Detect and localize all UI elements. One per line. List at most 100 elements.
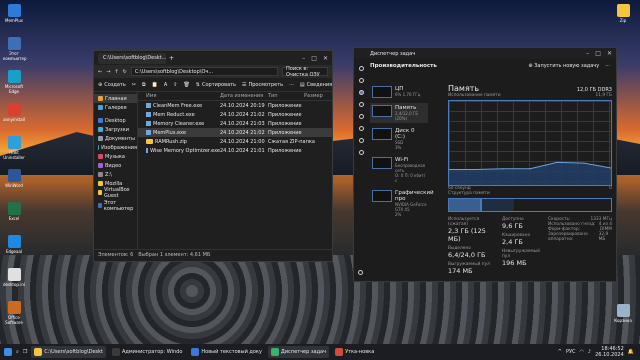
file-row[interactable]: CleanMem Free.exe 24.10.2024 20:19 Приложе… <box>138 101 332 110</box>
file-row[interactable]: MemPlus.exe 24.10.2024 21:02 Приложение <box>138 128 332 137</box>
resource-item[interactable]: Графический про NVIDIA GeForce GTX 45 2% <box>370 188 434 219</box>
file-date: 24.10.2024 21:01 <box>220 147 265 154</box>
taskbar-app-button[interactable]: Новый текстовый доку <box>188 346 265 358</box>
close-button[interactable]: ✕ <box>323 55 328 62</box>
view-button[interactable]: ☰ Просмотреть <box>242 82 283 88</box>
menu-icon[interactable] <box>358 66 364 71</box>
desktop-icon[interactable]: MemPlus <box>3 4 25 23</box>
desktop-icon[interactable]: Excel <box>3 202 25 221</box>
nav-item[interactable]: Главная <box>94 94 137 103</box>
rename-icon[interactable]: A <box>164 82 167 88</box>
share-icon[interactable]: ⇪ <box>173 82 177 88</box>
nav-item[interactable]: VirtualBox Guest <box>94 187 137 199</box>
desktop-icon[interactable]: Корзина <box>612 304 634 323</box>
minimize-button[interactable]: – <box>302 55 305 62</box>
nav-folder-icon <box>98 181 103 186</box>
task-view-icon[interactable]: ❐ <box>23 349 27 355</box>
cut-icon[interactable]: ✂ <box>132 82 136 88</box>
history-icon[interactable] <box>358 102 364 107</box>
startup-icon[interactable] <box>358 114 364 119</box>
taskbar-app-button[interactable]: C:\Users\softblog\Deskt <box>31 346 107 358</box>
taskbar-app-button[interactable]: Диспетчер задач <box>267 346 330 358</box>
nav-item[interactable]: Музыка <box>94 152 137 161</box>
maximize-button[interactable]: □ <box>595 50 601 57</box>
system-tray: ^ РУС ◠ ♪ 18:46:52 26.10.2024 🔔 <box>558 346 640 358</box>
volume-icon[interactable]: ♪ <box>588 349 591 355</box>
desktop-icon[interactable]: WinWord <box>3 169 25 188</box>
create-button[interactable]: ⊕ Создать <box>98 82 126 88</box>
desktop-icon[interactable]: Office Software <box>3 301 25 325</box>
column-type[interactable]: Тип <box>268 93 304 99</box>
search-icon[interactable]: ⌕ <box>16 349 19 355</box>
file-row[interactable]: Memory Cleaner.exe 24.10.2024 21:03 Прилож… <box>138 119 332 128</box>
run-new-task-button[interactable]: ⊕ Запустить новую задачу <box>528 63 599 69</box>
nav-item[interactable]: Изображения <box>94 143 137 152</box>
clock[interactable]: 18:46:52 26.10.2024 <box>595 346 624 358</box>
file-name: MemPlus.exe <box>153 129 186 136</box>
refresh-icon[interactable]: ↻ <box>123 69 127 75</box>
resource-item[interactable]: Wi-Fi Беспроводная сеть О: 0 П: 0 кбит/с <box>370 155 428 185</box>
desktop-icon[interactable]: Zip <box>612 4 634 23</box>
copy-icon[interactable]: ⧉ <box>142 82 146 88</box>
desktop-icon[interactable]: HiBit Uninstaller <box>3 136 25 160</box>
taskbar-app-button[interactable]: Утка-новка <box>332 346 377 358</box>
plus-icon: ⊕ <box>98 81 103 88</box>
start-windows-icon[interactable] <box>4 348 12 356</box>
column-date[interactable]: Дата изменения <box>220 93 268 99</box>
up-arrow-icon[interactable]: ↑ <box>114 69 118 75</box>
chevron-up-icon[interactable]: ^ <box>558 349 562 355</box>
explorer-tab[interactable]: C:\Users\softblog\Deskt... <box>98 52 166 64</box>
resource-item[interactable]: Память 2,4/12,0 ГБ (20%) <box>370 103 428 123</box>
sort-label: Сортировать <box>202 81 236 88</box>
desktop-icon[interactable]: Edgeaal <box>3 235 25 254</box>
details-button[interactable]: ▤ Сведения <box>300 82 332 88</box>
address-bar[interactable]: C:\Users\softblog\Desktop\Оч... <box>130 67 278 76</box>
search-input[interactable]: Поиск в: Очистка ОЗУ <box>282 66 328 78</box>
nav-item[interactable]: Z:\ <box>94 170 137 179</box>
desktop-icon[interactable]: desktop.ini <box>3 268 25 287</box>
minimize-button[interactable]: – <box>586 50 589 57</box>
taskbar-app-button[interactable]: Администратор: Windo <box>109 346 185 358</box>
services-icon[interactable] <box>358 150 364 155</box>
more-icon[interactable]: ··· <box>289 82 294 88</box>
desktop-icon[interactable]: Этот компьютер <box>3 37 27 61</box>
nav-folder-icon <box>98 127 103 132</box>
nav-item[interactable]: Загрузки <box>94 125 137 134</box>
nav-item[interactable]: Этот компьютер <box>94 200 137 212</box>
nav-item[interactable]: Desktop <box>94 116 137 125</box>
taskbar-app-label: Новый текстовый доку <box>201 349 262 355</box>
delete-icon[interactable]: 🗑 <box>183 82 189 88</box>
file-row[interactable]: Wise Memory Optimizer.exe 24.10.2024 21:0… <box>138 146 332 155</box>
desktop-icon[interactable]: annyinstall <box>3 103 25 122</box>
sort-button[interactable]: ⇅ Сортировать <box>196 82 236 88</box>
close-button[interactable]: ✕ <box>607 50 612 57</box>
resource-item[interactable]: Диск 0 (C:) SSD 3% <box>370 126 428 152</box>
performance-icon[interactable] <box>358 90 364 95</box>
desktop-icon-label: Microsoft Edge <box>4 84 24 94</box>
paste-icon[interactable]: 📋 <box>152 82 158 88</box>
file-name: Mem Reduct.exe <box>153 111 195 118</box>
network-icon[interactable]: ◠ <box>580 349 584 355</box>
file-row[interactable]: Mem Reduct.exe 24.10.2024 21:02 Приложение <box>138 110 332 119</box>
column-size[interactable]: Размер <box>304 93 332 99</box>
users-icon[interactable] <box>358 126 364 131</box>
maximize-button[interactable]: □ <box>311 55 317 62</box>
details-icon[interactable] <box>358 138 364 143</box>
back-arrow-icon[interactable]: ← <box>98 69 102 75</box>
file-row[interactable]: RAMRush.zip 24.10.2024 21:00 Сжатая ZIP-па… <box>138 137 332 146</box>
taskbar-app-label: Администратор: Windo <box>122 349 183 355</box>
resource-item[interactable]: ЦП 6% 1,76 ГГц <box>370 84 428 100</box>
new-tab-button[interactable]: + <box>169 55 174 62</box>
language-indicator[interactable]: РУС <box>566 349 576 355</box>
nav-item[interactable]: Галерея <box>94 103 137 112</box>
column-name[interactable]: Имя <box>138 93 220 99</box>
notification-bell-icon[interactable]: 🔔 <box>628 349 634 355</box>
nav-item[interactable]: Документы <box>94 134 137 143</box>
more-icon[interactable]: ··· <box>605 63 610 69</box>
processes-icon[interactable] <box>358 78 364 83</box>
nav-item[interactable]: Видео <box>94 161 137 170</box>
desktop-icon[interactable]: Microsoft Edge <box>3 70 25 94</box>
usage-max: 11,9 ГБ <box>595 93 612 98</box>
settings-gear-icon[interactable] <box>358 270 363 275</box>
forward-arrow-icon[interactable]: → <box>106 69 110 75</box>
